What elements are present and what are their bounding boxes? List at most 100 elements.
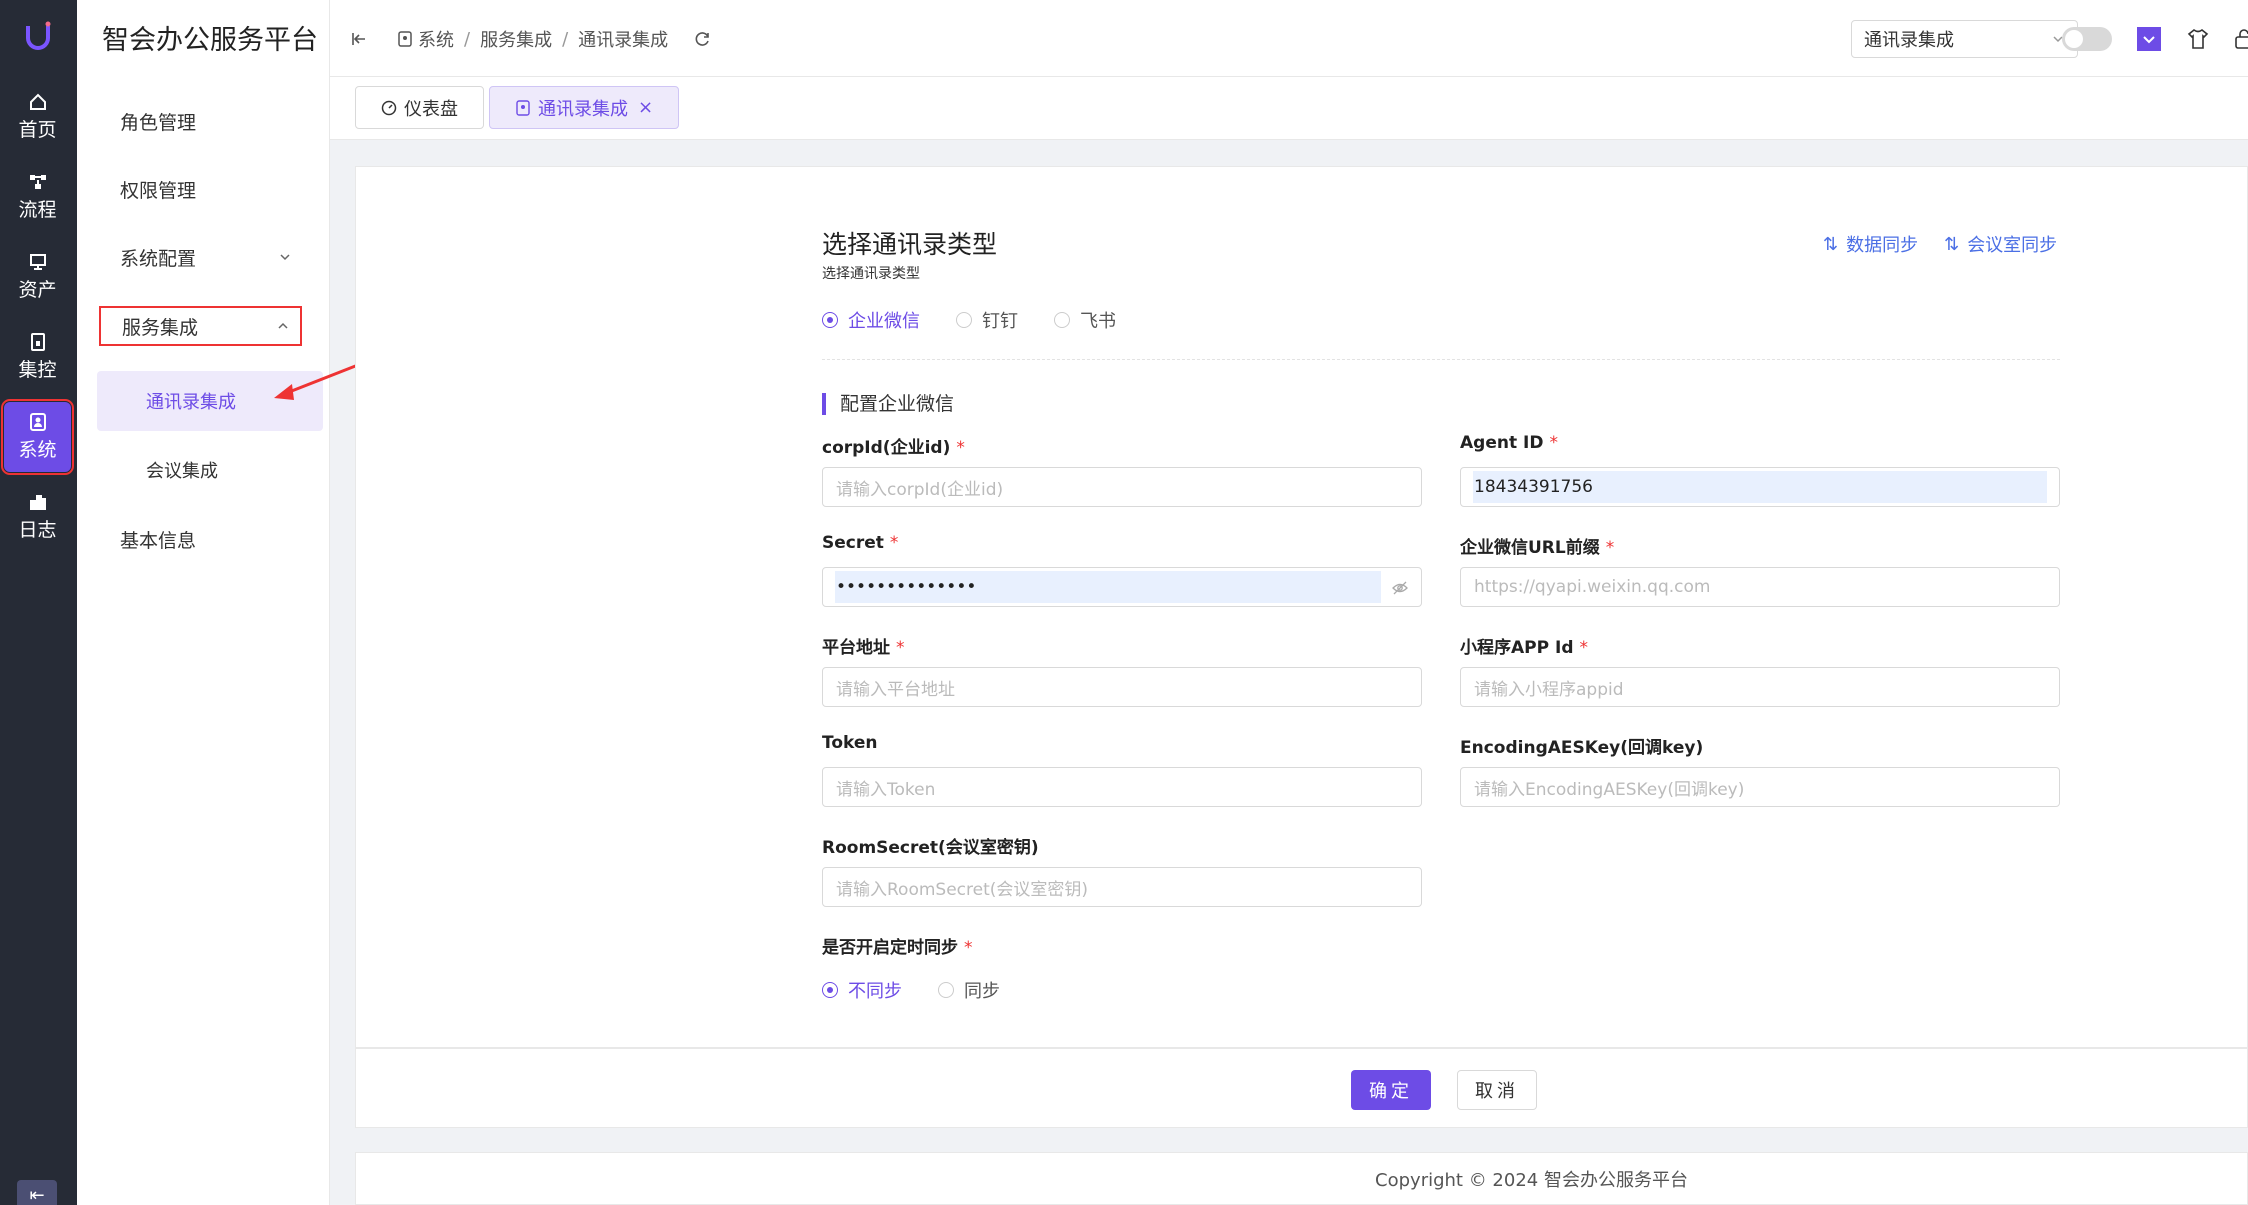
confirm-button[interactable]: 确定 <box>1351 1070 1431 1110</box>
radio-dingtalk[interactable]: 钉钉 <box>956 307 1018 333</box>
rail-item-asset[interactable]: 资产 <box>4 242 71 312</box>
rail-item-label: 集控 <box>18 359 57 381</box>
label-text: 小程序APP Id <box>1460 638 1574 658</box>
label-text: corpId(企业id) <box>822 438 951 458</box>
required-mark: * <box>956 438 965 458</box>
urlprefix-label: 企业微信URL前缀 * <box>1460 533 1614 558</box>
rail-item-system[interactable]: 系统 <box>1 399 74 475</box>
corpid-input[interactable]: 请输入corpId(企业id) <box>822 467 1422 507</box>
input-value: 18434391756 <box>1474 477 1593 497</box>
tab-bar: 仪表盘 通讯录集成 × <box>330 77 2248 140</box>
collapse-sidebar-icon[interactable] <box>350 30 368 48</box>
system-icon <box>516 99 530 116</box>
required-mark: * <box>896 638 905 658</box>
page-select[interactable]: 通讯录集成 <box>1851 20 2078 58</box>
sidebar-item-meeting-integration[interactable]: 会议集成 <box>97 440 323 500</box>
label-text: RoomSecret(会议室密钥) <box>822 838 1039 858</box>
label-text: 平台地址 <box>822 638 890 658</box>
system-icon <box>29 413 46 431</box>
timer-sync-label: 是否开启定时同步 * <box>822 933 973 958</box>
sidebar-item-roles[interactable]: 角色管理 <box>120 108 196 135</box>
tab-label: 通讯录集成 <box>538 98 628 120</box>
input-placeholder: 请输入corpId(企业id) <box>836 479 1004 500</box>
roomsecret-label: RoomSecret(会议室密钥) <box>822 833 1039 858</box>
label-text: Agent ID <box>1460 433 1544 453</box>
token-input[interactable]: 请输入Token <box>822 767 1422 807</box>
radio-label: 同步 <box>964 981 1000 1002</box>
radio-wecom[interactable]: 企业微信 <box>822 307 920 333</box>
agentid-input[interactable]: 18434391756 <box>1460 467 2060 507</box>
control-icon <box>30 333 45 351</box>
data-sync-button[interactable]: ⇅ 数据同步 <box>1823 231 1918 257</box>
dashboard-icon <box>381 100 397 115</box>
sidebar-group-label: 服务集成 <box>122 316 199 339</box>
dropdown-icon[interactable] <box>2137 27 2161 51</box>
rail-item-label: 流程 <box>18 199 57 221</box>
eye-off-icon[interactable] <box>1391 579 1409 597</box>
roomsecret-input[interactable]: 请输入RoomSecret(会议室密钥) <box>822 867 1422 907</box>
form-title: 选择通讯录类型 <box>822 230 998 259</box>
breadcrumb-item[interactable]: 服务集成 <box>480 26 552 52</box>
sidebar-item-permissions[interactable]: 权限管理 <box>120 176 196 203</box>
sidebar-group-service-integration[interactable]: 服务集成 <box>99 306 302 346</box>
breadcrumb-item[interactable]: 系统 <box>418 26 454 52</box>
token-label: Token <box>822 733 878 753</box>
lock-icon[interactable] <box>2232 27 2248 51</box>
sort-icon: ⇅ <box>1944 233 1960 255</box>
divider <box>822 359 2060 360</box>
close-icon[interactable]: × <box>638 97 653 118</box>
label-text: 企业微信URL前缀 <box>1460 538 1600 558</box>
secret-input[interactable]: •••••••••••••• <box>822 567 1422 607</box>
sidebar-item-basic-info[interactable]: 基本信息 <box>120 526 196 553</box>
home-icon <box>29 93 46 110</box>
platform-label: 平台地址 * <box>822 633 905 658</box>
platform-input[interactable]: 请输入平台地址 <box>822 667 1422 707</box>
radio-circle <box>1054 312 1070 328</box>
sidebar-group-system-config[interactable]: 系统配置 <box>99 237 302 277</box>
top-bar: 系统 / 服务集成 / 通讯录集成 通讯录集成 <box>330 0 2248 77</box>
copyright-text: Copyright © 2024 智会办公服务平台 <box>1375 1169 1688 1191</box>
sidebar-group-label: 系统配置 <box>120 247 197 270</box>
label-text: EncodingAESKey(回调key) <box>1460 738 1704 758</box>
radio-feishu[interactable]: 飞书 <box>1054 307 1116 333</box>
cancel-button[interactable]: 取消 <box>1457 1070 1537 1110</box>
appid-input[interactable]: 请输入小程序appid <box>1460 667 2060 707</box>
shirt-icon[interactable] <box>2186 27 2210 51</box>
rail-item-log[interactable]: 日志 <box>4 482 71 552</box>
chevron-down-icon <box>280 254 290 261</box>
label-text: 是否开启定时同步 <box>822 938 958 958</box>
radio-no-sync[interactable]: 不同步 <box>822 977 902 1003</box>
input-placeholder: 请输入小程序appid <box>1474 679 1624 700</box>
tab-contacts-integration[interactable]: 通讯录集成 × <box>489 86 680 129</box>
aeskey-label: EncodingAESKey(回调key) <box>1460 733 1703 758</box>
required-mark: * <box>1579 638 1589 658</box>
sync-actions: ⇅ 数据同步 ⇅ 会议室同步 <box>1823 231 2057 257</box>
app-title: 智会办公服务平台 <box>102 25 318 56</box>
input-placeholder: 请输入RoomSecret(会议室密钥) <box>836 879 1089 900</box>
radio-sync[interactable]: 同步 <box>938 977 1000 1003</box>
urlprefix-input[interactable]: https://qyapi.weixin.qq.com <box>1460 567 2060 607</box>
rail-item-home[interactable]: 首页 <box>4 82 71 152</box>
input-placeholder: 请输入Token <box>836 779 936 800</box>
rail-item-label: 资产 <box>18 279 57 301</box>
refresh-icon[interactable] <box>694 30 712 48</box>
sort-icon: ⇅ <box>1823 233 1839 255</box>
rail-collapse-button[interactable]: ⇤ <box>17 1180 57 1205</box>
radio-label: 飞书 <box>1080 311 1116 332</box>
secondary-sidebar: 智会办公服务平台 角色管理 权限管理 系统配置 服务集成 通讯录集成 会议集成 … <box>77 0 330 1205</box>
required-mark: * <box>964 938 973 958</box>
aeskey-input[interactable]: 请输入EncodingAESKey(回调key) <box>1460 767 2060 807</box>
footer: Copyright © 2024 智会办公服务平台 <box>355 1152 2248 1205</box>
theme-toggle[interactable] <box>2062 27 2112 51</box>
rail-item-label: 日志 <box>18 519 57 541</box>
radio-circle <box>822 312 838 328</box>
input-placeholder: 请输入平台地址 <box>836 679 955 700</box>
radio-label: 企业微信 <box>848 311 920 332</box>
room-sync-button[interactable]: ⇅ 会议室同步 <box>1944 231 2057 257</box>
rail-item-flow[interactable]: 流程 <box>4 162 71 232</box>
log-icon <box>29 495 46 510</box>
tab-dashboard[interactable]: 仪表盘 <box>355 86 484 129</box>
rail-item-control[interactable]: 集控 <box>4 322 71 392</box>
appid-label: 小程序APP Id * <box>1460 633 1588 658</box>
radio-label: 钉钉 <box>982 311 1018 332</box>
